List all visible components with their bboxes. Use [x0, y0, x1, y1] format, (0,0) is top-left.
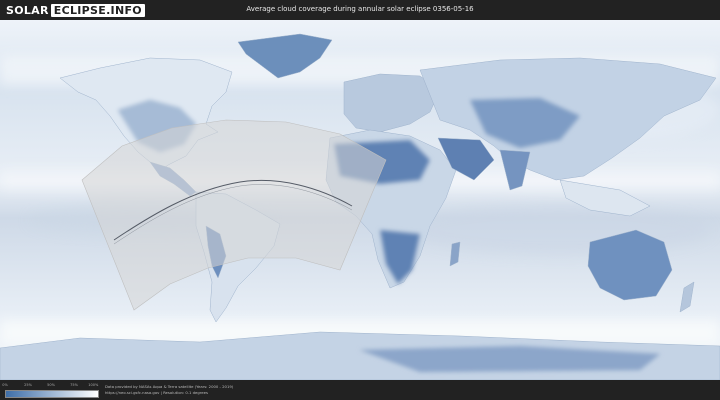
- cloud-coverage-legend: 0% 25% 50% 75% 100%: [2, 383, 99, 398]
- legend-tick-75: 75%: [70, 383, 78, 387]
- world-map-svg: [0, 20, 720, 380]
- legend-tick-50: 50%: [47, 383, 55, 387]
- legend-tick-0: 0%: [2, 383, 8, 387]
- legend-color-bar: [5, 390, 99, 398]
- data-credits: Data provided by NASAs Aqua & Terra sate…: [105, 384, 233, 395]
- page-title: Average cloud coverage during annular so…: [246, 5, 474, 13]
- legend-ticks: 0% 25% 50% 75% 100%: [2, 383, 99, 389]
- legend-tick-25: 25%: [24, 383, 32, 387]
- cloud-coverage-map: [0, 20, 720, 380]
- credits-line-source: Data provided by NASAs Aqua & Terra sate…: [105, 384, 234, 389]
- credits-line-url: https://neo.sci.gsfc.nasa.gov | Resoluti…: [105, 389, 208, 395]
- legend-tick-100: 100%: [88, 383, 99, 387]
